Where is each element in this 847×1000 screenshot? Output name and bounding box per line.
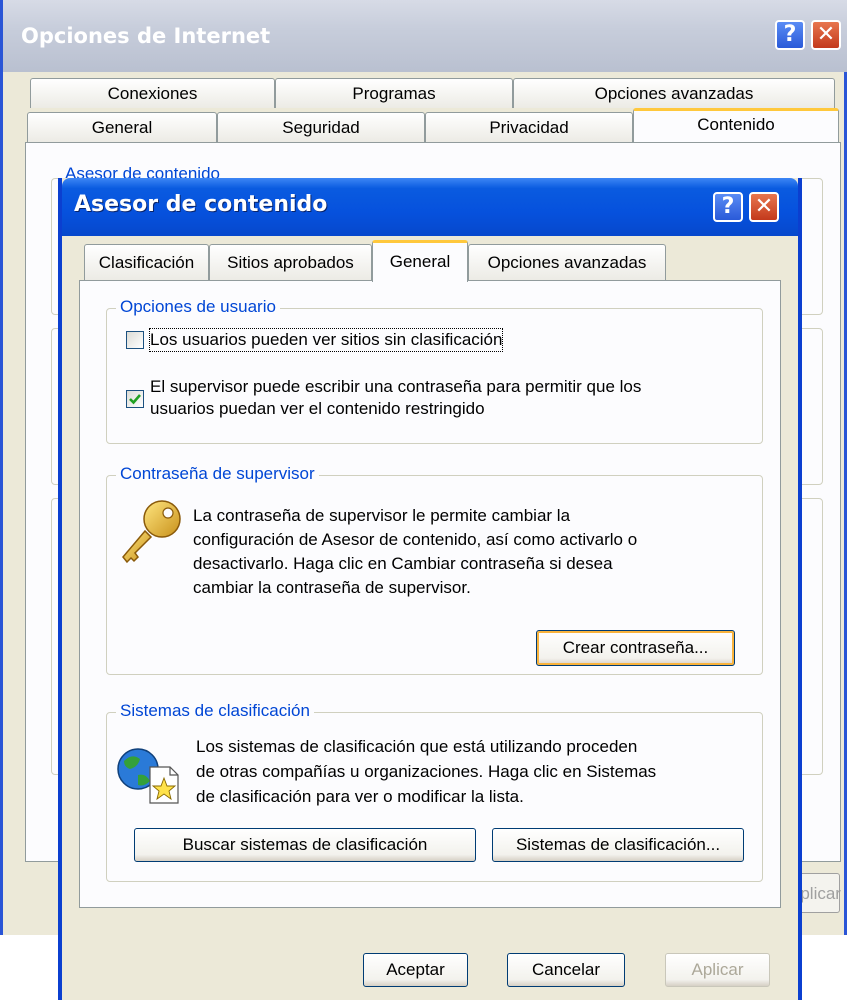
tab-contenido[interactable]: Contenido [633,108,839,142]
unrated-sites-checkbox[interactable] [126,331,144,349]
tab-opciones-avanzadas[interactable]: Opciones avanzadas [513,78,835,108]
supervisor-password-label-line2[interactable]: usuarios puedan ver el contenido restrin… [150,398,485,420]
supervisor-description-line3: desactivarlo. Haga clic en Cambiar contr… [193,554,613,573]
content-advisor-title: Asesor de contenido [74,192,328,217]
rating-systems-button[interactable]: Sistemas de clasificación... [492,828,744,862]
tab-conexiones[interactable]: Conexiones [30,78,275,108]
apply-button[interactable]: Aplicar [665,953,770,987]
supervisor-description-line2: configuración de Asesor de contenido, as… [193,530,638,549]
tab-clasificacion[interactable]: Clasificación [84,244,209,280]
supervisor-password-group-label: Contraseña de supervisor [116,464,319,484]
supervisor-password-label-line1[interactable]: El supervisor puede escribir una contras… [150,376,641,398]
content-advisor-titlebar[interactable]: Asesor de contenido ? ✕ [62,178,798,236]
check-icon [129,394,141,405]
internet-options-titlebar[interactable]: Opciones de Internet ? ✕ [3,0,847,72]
user-options-label: Opciones de usuario [116,297,280,317]
supervisor-description-line1: La contraseña de supervisor le permite c… [193,506,571,525]
tab-seguridad[interactable]: Seguridad [217,112,425,142]
dialog-close-button[interactable]: ✕ [749,192,779,222]
ok-button[interactable]: Aceptar [363,953,468,987]
tab-sitios-aprobados[interactable]: Sitios aprobados [209,244,372,280]
dialog-help-button[interactable]: ? [713,192,743,222]
find-rating-systems-button[interactable]: Buscar sistemas de clasificación [134,828,476,862]
tab-privacidad[interactable]: Privacidad [425,112,633,142]
rating-systems-description-line2: de otras compañías u organizaciones. Hag… [196,762,657,781]
internet-options-title: Opciones de Internet [21,24,271,48]
cancel-button[interactable]: Cancelar [507,953,625,987]
rating-systems-description-line1: Los sistemas de clasificación que está u… [196,737,638,756]
create-password-button[interactable]: Crear contraseña... [536,630,735,666]
tab-opciones-avanzadas-dialog[interactable]: Opciones avanzadas [468,244,666,280]
supervisor-password-checkbox[interactable] [126,390,144,408]
key-icon [122,500,181,564]
rating-systems-description-line3: de clasificación para ver o modificar la… [196,787,524,806]
tab-programas[interactable]: Programas [275,78,513,108]
globe-document-icon [117,748,179,804]
tab-general-dialog[interactable]: General [372,240,468,282]
supervisor-description-line4: cambiar la contraseña de supervisor. [193,578,471,597]
tab-general[interactable]: General [27,112,217,142]
close-button[interactable]: ✕ [811,20,841,50]
rating-systems-group-label: Sistemas de clasificación [116,701,314,721]
unrated-sites-label[interactable]: Los usuarios pueden ver sitios sin clasi… [148,328,504,352]
help-button[interactable]: ? [775,20,805,50]
